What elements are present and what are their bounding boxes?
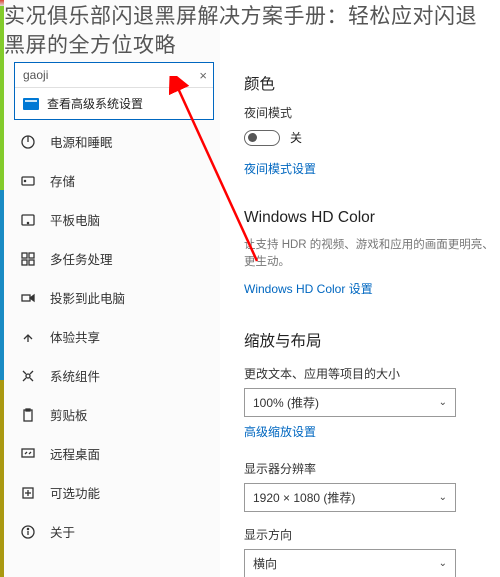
nav-label: 关于 [50,522,75,541]
orientation-label: 显示方向 [244,526,500,543]
search-box: × 查看高级系统设置 [14,62,214,120]
nav-project[interactable]: 投影到此电脑 [4,278,220,317]
about-icon [20,524,36,540]
nav-label: 存储 [50,171,75,190]
chevron-down-icon: ⌄ [439,558,447,569]
hd-description: 让支持 HDR 的视频、游戏和应用的画面更明亮、更生动。 [244,237,500,272]
share-icon [20,329,36,345]
remote-icon [20,446,36,462]
nav-label: 可选功能 [50,483,100,502]
components-icon [20,368,36,384]
hd-settings-link[interactable]: Windows HD Color 设置 [244,280,373,297]
article-title-overlay: 实况俱乐部闪退黑屏解决方案手册：轻松应对闪退黑屏的全方位攻略 [0,0,500,61]
resolution-value: 1920 × 1080 (推荐) [253,489,355,506]
scale-select[interactable]: 100% (推荐) ⌄ [244,388,456,417]
storage-icon [20,173,36,189]
project-icon [20,290,36,306]
toggle-state: 关 [290,129,302,146]
night-mode-label: 夜间模式 [244,104,500,121]
chevron-down-icon: ⌄ [439,397,447,408]
section-color-title: 颜色 [244,72,500,94]
search-suggestion[interactable]: 查看高级系统设置 [15,87,213,119]
nav-label: 系统组件 [50,366,100,385]
nav-label: 远程桌面 [50,444,100,463]
tablet-icon [20,212,36,228]
resolution-select[interactable]: 1920 × 1080 (推荐) ⌄ [244,483,456,512]
section-scale-title: 缩放与布局 [244,329,500,351]
nav-label: 投影到此电脑 [50,288,125,307]
nav-components[interactable]: 系统组件 [4,356,220,395]
scale-label: 更改文本、应用等项目的大小 [244,365,500,382]
power-icon [20,134,36,150]
nav-label: 体验共享 [50,327,100,346]
nav-tablet[interactable]: 平板电脑 [4,200,220,239]
toggle-knob [248,133,257,142]
nav-label: 平板电脑 [50,210,100,229]
nav-multitask[interactable]: 多任务处理 [4,239,220,278]
clipboard-icon [20,407,36,423]
scale-value: 100% (推荐) [253,394,319,411]
chevron-down-icon: ⌄ [439,492,447,503]
optional-icon [20,485,36,501]
sidebar: × 查看高级系统设置 电源和睡眠 存储 平板电脑 多任务处理 投影到此电脑 体验… [4,0,220,577]
orientation-value: 横向 [253,555,277,572]
orientation-select[interactable]: 横向 ⌄ [244,549,456,577]
clear-icon[interactable]: × [199,68,207,83]
night-settings-link[interactable]: 夜间模式设置 [244,160,316,177]
nav-label: 多任务处理 [50,249,113,268]
search-input[interactable] [15,63,213,87]
monitor-icon [23,98,39,110]
nav-optional[interactable]: 可选功能 [4,473,220,512]
nav-storage[interactable]: 存储 [4,161,220,200]
main-panel: 颜色 夜间模式 关 夜间模式设置 Windows HD Color 让支持 HD… [220,0,500,577]
nav-label: 电源和睡眠 [50,132,113,151]
nav-list: 电源和睡眠 存储 平板电脑 多任务处理 投影到此电脑 体验共享 系统组件 剪贴板… [4,64,220,551]
scale-adv-link[interactable]: 高级缩放设置 [244,423,316,440]
nav-remote[interactable]: 远程桌面 [4,434,220,473]
multitask-icon [20,251,36,267]
nav-clipboard[interactable]: 剪贴板 [4,395,220,434]
nav-label: 剪贴板 [50,405,88,424]
nav-power-sleep[interactable]: 电源和睡眠 [4,122,220,161]
settings-window: × 查看高级系统设置 电源和睡眠 存储 平板电脑 多任务处理 投影到此电脑 体验… [0,0,500,577]
section-hd-title: Windows HD Color [244,209,500,227]
nav-about[interactable]: 关于 [4,512,220,551]
nav-share[interactable]: 体验共享 [4,317,220,356]
resolution-label: 显示器分辨率 [244,460,500,477]
night-mode-toggle[interactable] [244,130,280,146]
suggestion-text: 查看高级系统设置 [47,95,143,112]
night-mode-toggle-row: 关 [244,129,500,146]
